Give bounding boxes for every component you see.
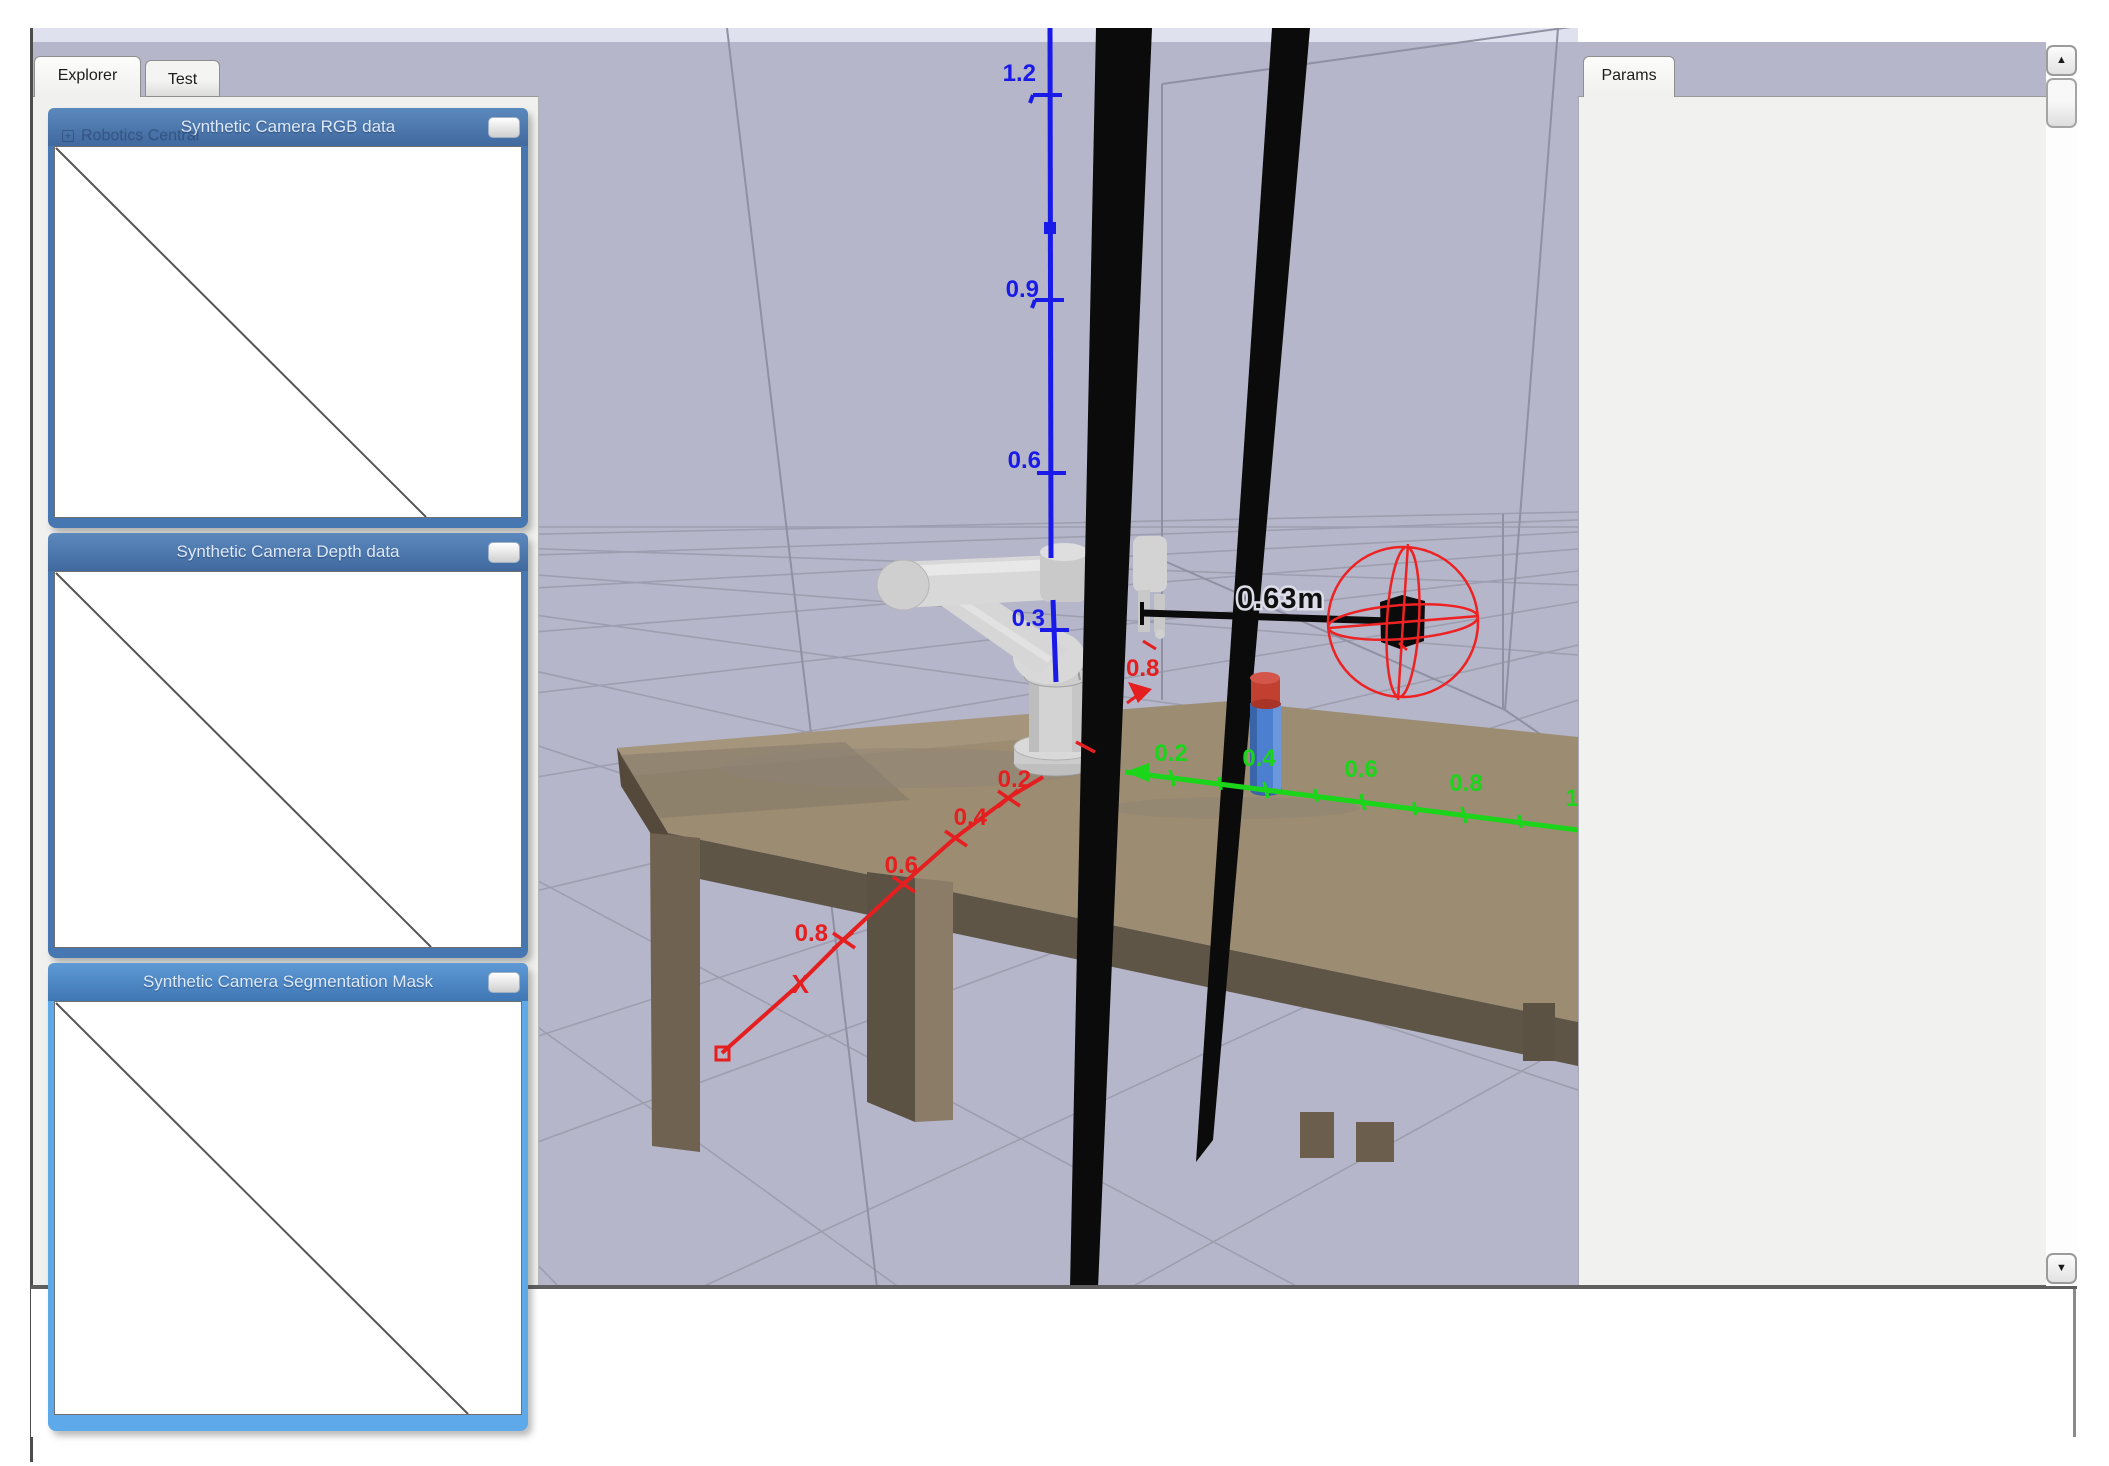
panel-title-bar[interactable]: + Robotics Central Synthetic Camera RGB …: [48, 108, 528, 146]
params-scrollbar-track[interactable]: [2046, 45, 2077, 1286]
window-top-strip: [0, 0, 2109, 28]
tree-expand-icon: +: [62, 130, 74, 142]
y-tick-label: 0.2: [1154, 740, 1187, 767]
scene-top-highlight: [31, 28, 1578, 42]
tab-test[interactable]: Test: [145, 60, 220, 97]
panel-camera-segmentation: Synthetic Camera Segmentation Mask: [48, 963, 528, 1431]
cylinder-object: [1250, 672, 1282, 796]
y-tick-label: 0.4: [1242, 745, 1276, 772]
x-tick-label: 0.2: [998, 766, 1031, 793]
arrow-up-icon: ▲: [2056, 54, 2067, 66]
panel-title-bar[interactable]: Synthetic Camera Segmentation Mask: [48, 963, 528, 1001]
empty-image-diagonal: [55, 1002, 522, 1414]
scroll-up-button[interactable]: ▲: [2046, 45, 2077, 76]
end-effector-axis-label: 0.8: [1126, 655, 1159, 682]
x-tick-label: 0.8: [795, 920, 828, 947]
x-tick-label: 0.4: [954, 804, 988, 831]
panel-camera-depth: Synthetic Camera Depth data: [48, 533, 528, 958]
tab-explorer[interactable]: Explorer: [34, 56, 141, 97]
params-page: [1578, 96, 2047, 1287]
panel-title-bar[interactable]: Synthetic Camera Depth data: [48, 533, 528, 571]
camera-depth-image-placeholder: [54, 571, 522, 948]
empty-image-diagonal: [55, 147, 522, 517]
minimize-button[interactable]: [488, 972, 520, 993]
scrollbar-thumb[interactable]: [2046, 78, 2077, 128]
x-tick-label: 0.6: [885, 852, 918, 879]
measurement-label: 0.63m: [1237, 583, 1324, 615]
y-tick-label: 0.8: [1449, 770, 1482, 797]
z-tick-label: 0.3: [1012, 605, 1045, 632]
minimize-button[interactable]: [488, 117, 520, 138]
y-tick-label: 1: [1565, 785, 1578, 812]
z-axis-handle[interactable]: [1044, 222, 1056, 234]
panel-camera-rgb: + Robotics Central Synthetic Camera RGB …: [48, 108, 528, 528]
tab-params[interactable]: Params: [1583, 56, 1675, 97]
panel-title: Synthetic Camera RGB data: [181, 117, 395, 136]
robot-shoulder-cap: [877, 560, 929, 610]
z-tick-label: 0.6: [1008, 447, 1041, 474]
arrow-down-icon: ▼: [2056, 1262, 2067, 1274]
empty-image-diagonal: [55, 572, 522, 947]
y-tick-label: 0.6: [1344, 756, 1377, 783]
table-leg-far-left: [650, 833, 700, 1152]
panel-title: Synthetic Camera Depth data: [176, 542, 399, 561]
table-leg-right: [1523, 1003, 1555, 1061]
minimize-button[interactable]: [488, 542, 520, 563]
z-tick-label: 0.9: [1006, 276, 1039, 303]
panel-title: Synthetic Camera Segmentation Mask: [143, 972, 433, 991]
camera-segmentation-image-placeholder: [54, 1001, 522, 1415]
scroll-down-button[interactable]: ▼: [2046, 1253, 2077, 1284]
x-axis-letter: X: [792, 969, 810, 999]
z-tick-label: 1.2: [1003, 60, 1036, 87]
camera-rgb-image-placeholder: [54, 146, 522, 518]
robot-gripper: [1133, 536, 1167, 592]
